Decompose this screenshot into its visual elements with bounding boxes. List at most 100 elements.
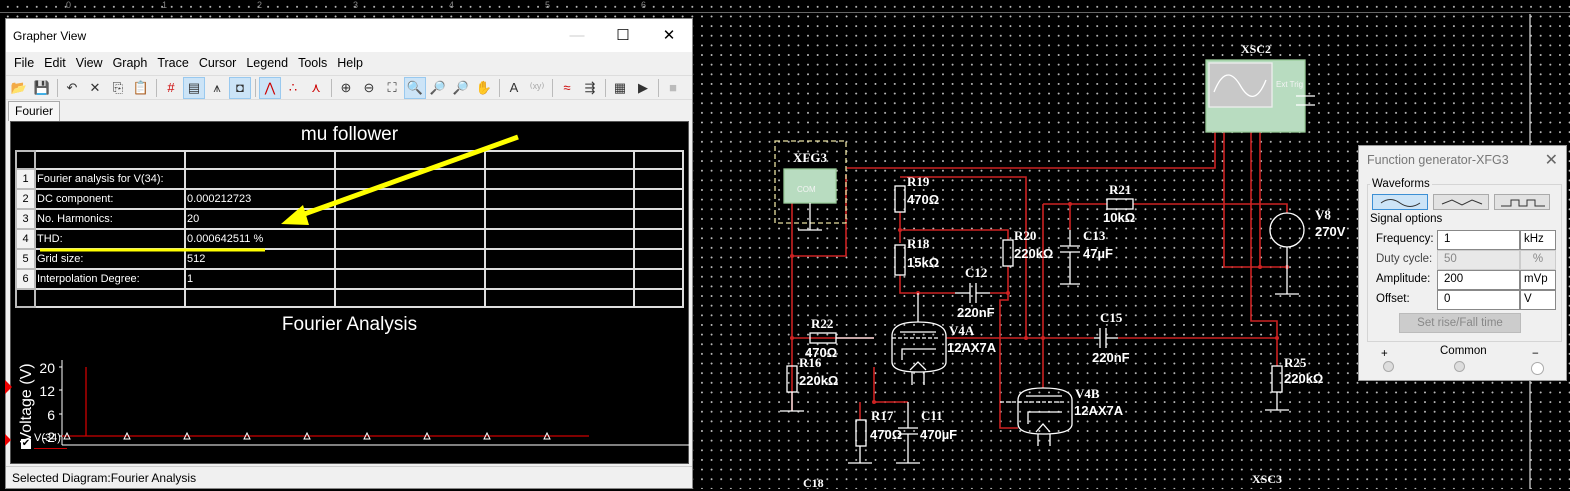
save-icon[interactable]: 💾 — [31, 77, 53, 99]
legend-icon[interactable]: ▤ — [183, 76, 205, 99]
close-button[interactable]: ✕ — [646, 19, 692, 51]
xsc2-label: XSC2 — [1241, 42, 1272, 56]
overlay-traces-icon[interactable]: ≈ — [556, 77, 578, 99]
r21-value: 10kΩ — [1103, 210, 1136, 225]
fourier-chart: 20126-2Voltage (V) — [18, 360, 690, 446]
cursors-icon[interactable]: ⩚ — [206, 77, 228, 99]
fg-close-button[interactable]: ✕ — [1545, 150, 1558, 170]
dutycycle-input[interactable]: 50 — [1437, 250, 1520, 270]
offset-input[interactable]: 0 — [1437, 290, 1520, 310]
status-bar: Selected Diagram:Fourier Analysis — [6, 466, 692, 488]
v8-label: V8 — [1315, 207, 1331, 222]
r25-value: 220kΩ — [1284, 371, 1324, 386]
grid-icon[interactable]: # — [160, 77, 182, 99]
lines-and-points-icon[interactable]: ⋏ — [305, 77, 327, 99]
offset-label: Offset: — [1376, 293, 1410, 305]
menu-tools[interactable]: Tools — [293, 56, 332, 70]
offset-unit[interactable]: V — [1520, 290, 1556, 310]
legend-marker-icon — [5, 434, 11, 446]
menu-trace[interactable]: Trace — [152, 56, 194, 70]
menu-edit[interactable]: Edit — [39, 56, 71, 70]
amplitude-label: Amplitude: — [1376, 273, 1431, 285]
paste-icon[interactable]: 📋 — [130, 77, 152, 99]
cut-icon[interactable]: ✕ — [84, 77, 106, 99]
copy-icon[interactable]: ⎘ — [107, 77, 129, 99]
toolbar-separator — [156, 78, 157, 97]
open-icon[interactable]: 📂 — [8, 77, 30, 99]
zoom-in-icon[interactable]: ⊕ — [335, 77, 357, 99]
show-points-icon[interactable]: ∴ — [282, 77, 304, 99]
v4b-label: V4B — [1075, 386, 1100, 401]
c13-value: 47µF — [1083, 246, 1113, 261]
frequency-label: Frequency: — [1376, 233, 1434, 245]
menu-graph[interactable]: Graph — [108, 56, 153, 70]
c15-value: 220nF — [1092, 350, 1130, 365]
y-tick-label: 6 — [47, 407, 55, 423]
signal-options-label: Signal options — [1370, 213, 1443, 225]
r17-label: R17 — [871, 408, 894, 423]
frequency-unit[interactable]: kHz — [1520, 230, 1556, 250]
toolbar-separator — [57, 78, 58, 97]
plus-terminal[interactable] — [1383, 361, 1394, 372]
menu-file[interactable]: File — [9, 56, 39, 70]
c11-value: 470µF — [920, 427, 958, 442]
y-axis-label: Voltage (V) — [18, 363, 35, 442]
wires — [791, 132, 1288, 429]
r16-label: R16 — [799, 355, 822, 370]
amplitude-input[interactable]: 200 — [1437, 270, 1520, 290]
set-rise-fall-button[interactable]: Set rise/Fall time — [1399, 313, 1521, 333]
tab-fourier[interactable]: Fourier — [8, 101, 61, 121]
c13-label: C13 — [1083, 228, 1106, 243]
zoom-area-icon[interactable]: ⛶ — [381, 77, 403, 99]
graph-area[interactable]: mu follower 1 Fourier analysis for V(34):… — [5, 121, 690, 464]
menu-help[interactable]: Help — [332, 56, 368, 70]
dutycycle-unit: % — [1520, 250, 1556, 270]
zoom-y-icon[interactable]: 🔎 — [450, 77, 472, 99]
r19-label: R19 — [907, 174, 930, 189]
common-terminal[interactable] — [1454, 361, 1465, 372]
toolbar-separator — [605, 78, 606, 97]
c11-label: C11 — [921, 408, 943, 423]
export-icon[interactable]: ⇶ — [579, 77, 601, 99]
window-title: Grapher View — [13, 28, 87, 43]
frequency-input[interactable]: 1 — [1437, 230, 1520, 250]
trace-marker-icon — [5, 380, 12, 394]
menu-view[interactable]: View — [71, 56, 108, 70]
square-wave-button[interactable] — [1494, 194, 1550, 210]
minus-terminal[interactable] — [1531, 362, 1544, 375]
v4a-value: 12AX7A — [947, 340, 997, 355]
v4a-label: V4A — [949, 323, 975, 338]
stop-icon[interactable]: ■ — [662, 77, 684, 99]
legend-label: V(34) — [34, 432, 61, 444]
label-icon[interactable]: ⁽ˣʸ⁾ — [526, 77, 548, 99]
menu-cursor[interactable]: Cursor — [194, 56, 242, 70]
ext-trig-label: Ext Trig — [1276, 80, 1304, 89]
junctions — [790, 202, 1289, 404]
triangle-wave-button[interactable] — [1433, 194, 1489, 210]
show-lines-icon[interactable]: ⋀ — [259, 76, 281, 99]
plus-terminal-label: + — [1381, 348, 1388, 360]
zoom-out-icon[interactable]: ⊖ — [358, 77, 380, 99]
toolbar-separator — [331, 78, 332, 97]
undo-icon[interactable]: ↶ — [61, 77, 83, 99]
common-terminal-label: Common — [1440, 345, 1487, 357]
add-text-icon[interactable]: A — [503, 77, 525, 99]
amplitude-unit[interactable]: mVp — [1520, 270, 1556, 290]
function-generator-window: Function generator-XFG3 ✕ Waveforms Sign… — [1358, 145, 1567, 381]
legend-checkbox[interactable]: ✔ — [21, 439, 31, 449]
r18-value: 15kΩ — [907, 255, 940, 270]
zoom-x-icon[interactable]: 🔎 — [427, 77, 449, 99]
xfg3-label: XFG3 — [793, 150, 827, 165]
minimize-button[interactable]: — — [554, 19, 600, 51]
reverse-colors-icon[interactable]: ◘ — [229, 76, 251, 99]
zoom-fit-icon[interactable]: 🔍 — [404, 76, 426, 99]
maximize-button[interactable]: ☐ — [600, 19, 646, 51]
r18-label: R18 — [907, 236, 930, 251]
sine-wave-button[interactable] — [1372, 194, 1428, 210]
export-excel-icon[interactable]: ▦ — [609, 77, 631, 99]
pan-icon[interactable]: ✋ — [473, 77, 495, 99]
menu-legend[interactable]: Legend — [241, 56, 293, 70]
v4b-value: 12AX7A — [1074, 403, 1124, 418]
export-labview-icon[interactable]: ▶ — [632, 77, 654, 99]
toolbar: 📂 💾 ↶ ✕ ⎘ 📋 # ▤ ⩚ ◘ ⋀ ∴ ⋏ ⊕ ⊖ ⛶ 🔍 🔎 🔎 ✋ A ⁽ˣʸ⁾ ≈ ⇶ ▦ ▶ ■ — [6, 75, 692, 100]
